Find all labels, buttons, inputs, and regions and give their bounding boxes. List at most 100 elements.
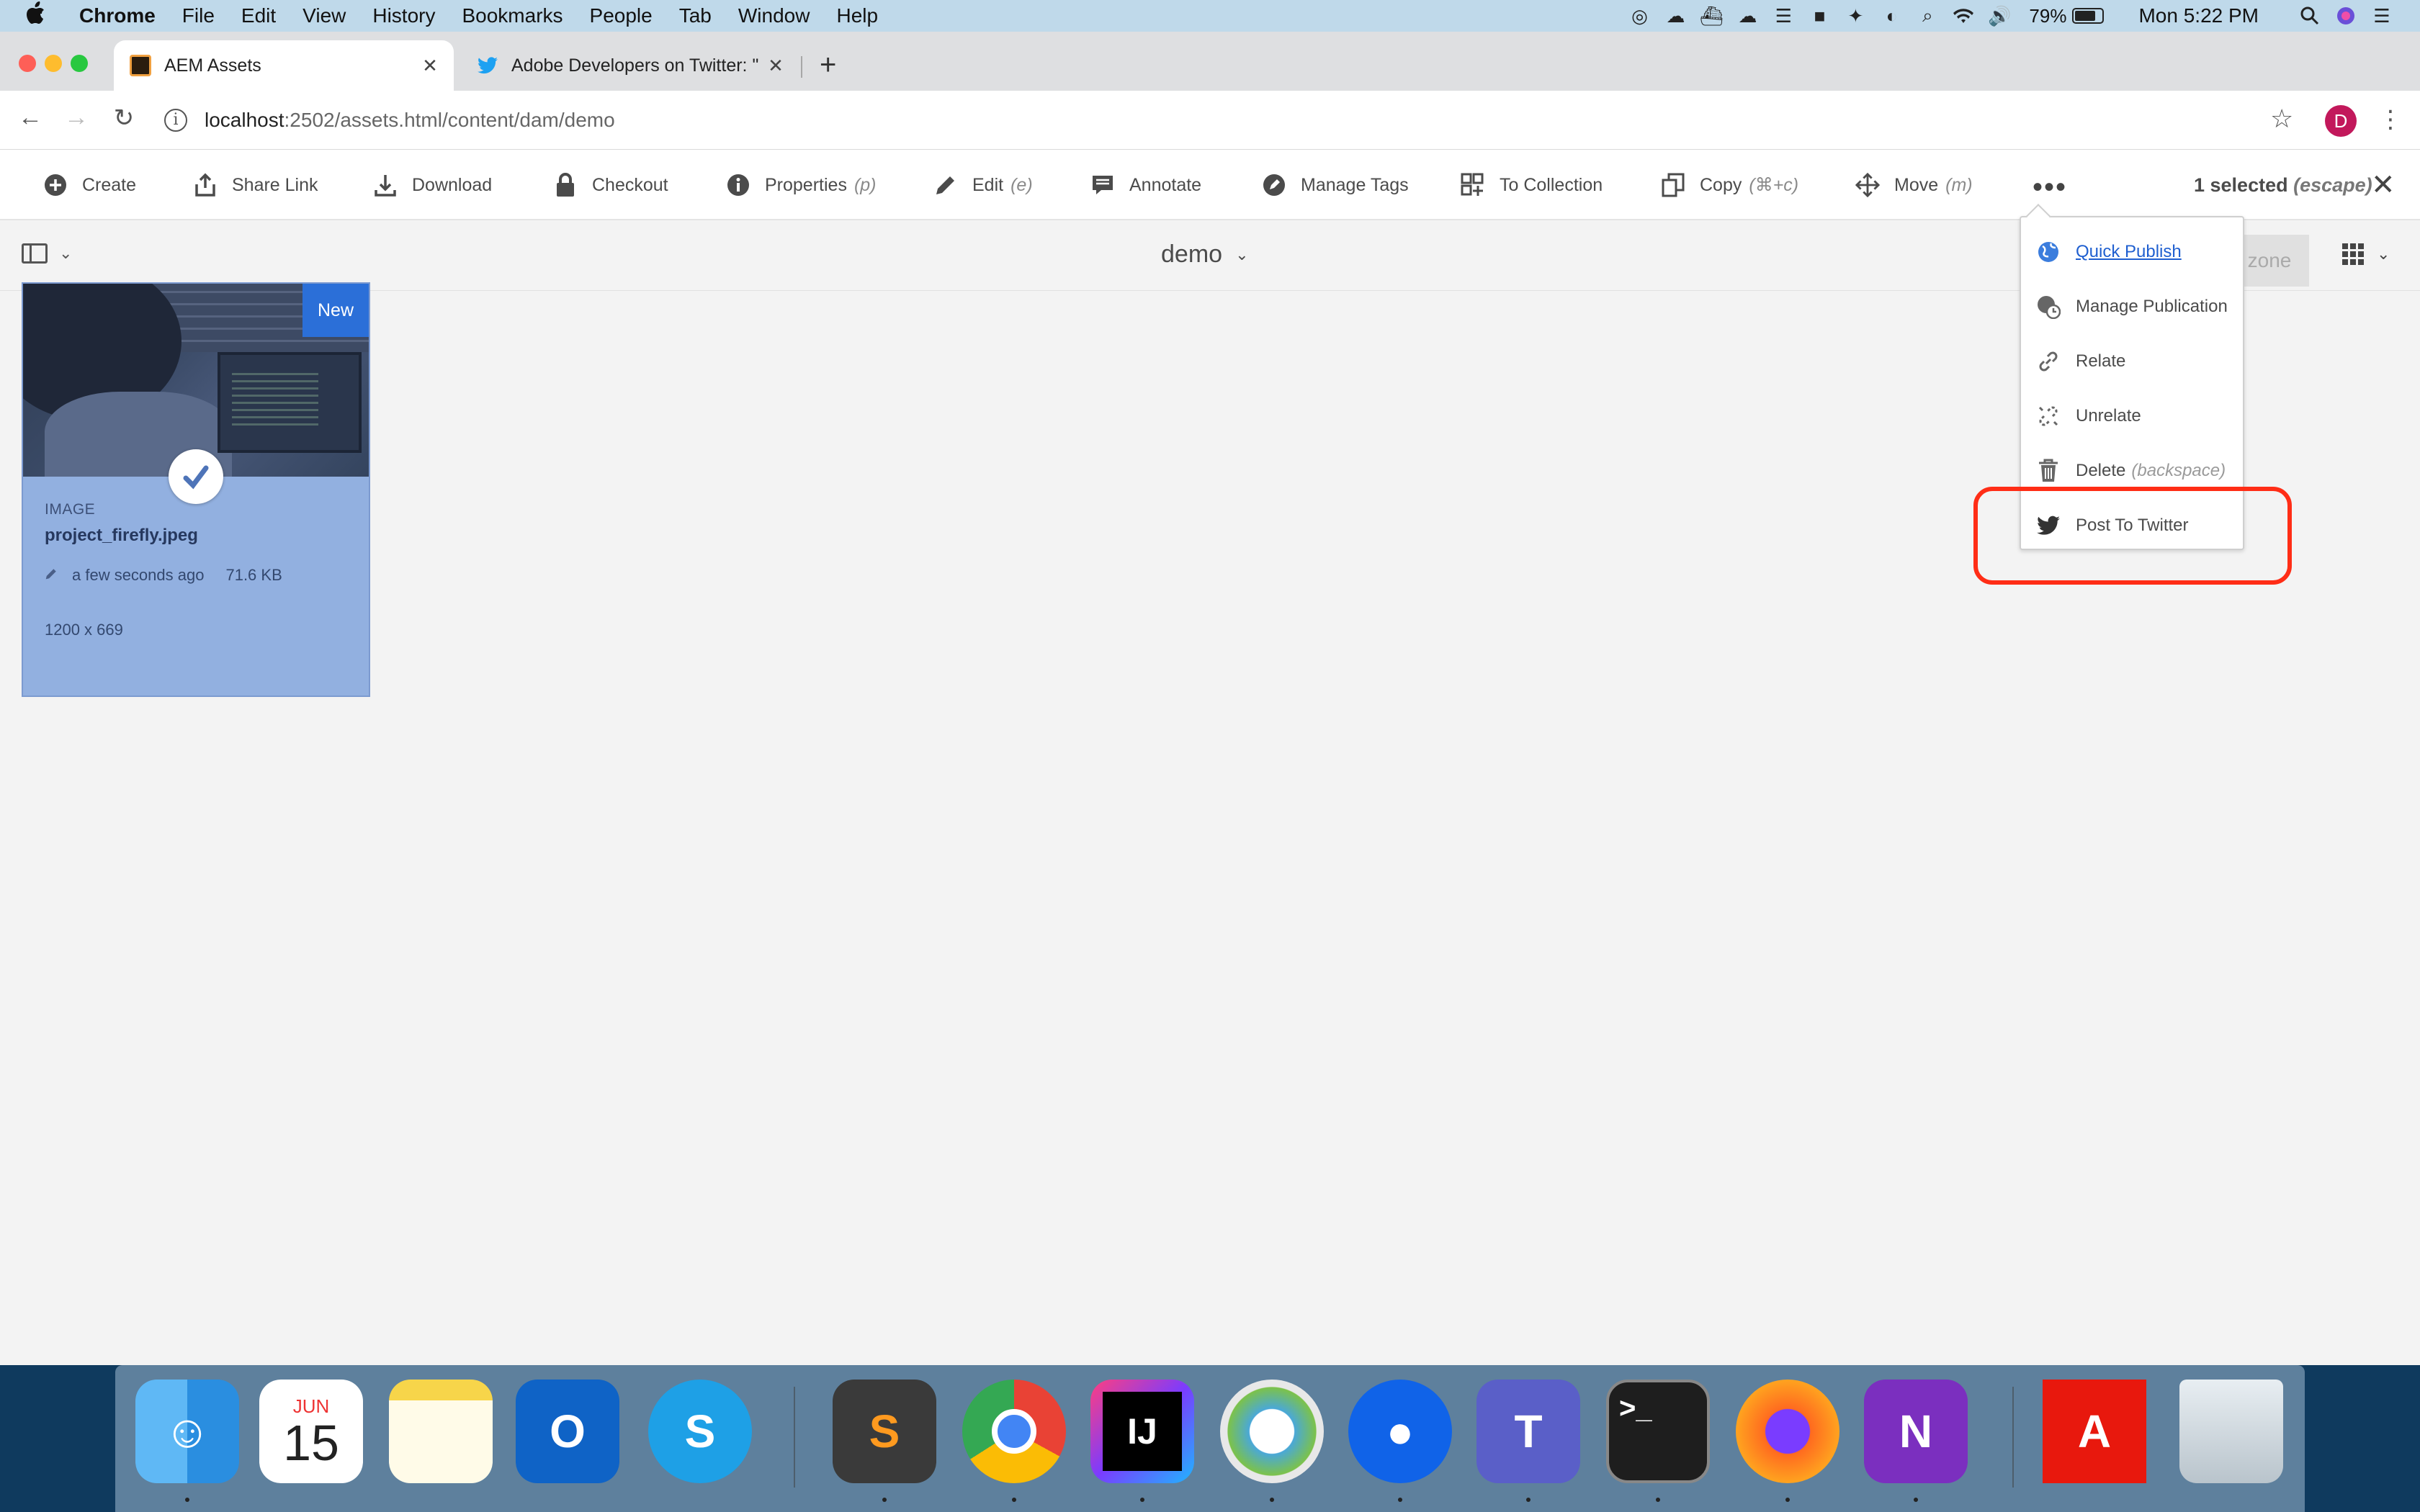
skype-icon[interactable]: S <box>648 1380 752 1483</box>
battery-icon[interactable] <box>2072 8 2105 24</box>
notes-icon[interactable] <box>389 1380 493 1483</box>
annotate-button[interactable]: Annotate <box>1090 150 1201 220</box>
menu-tab[interactable]: Tab <box>679 4 712 27</box>
chrome-menu-icon[interactable]: ⋮ <box>2378 105 2403 134</box>
unrelate-item[interactable]: Unrelate <box>2021 389 2243 444</box>
gear-status-icon[interactable]: ✦ <box>1843 5 1868 27</box>
close-window-button[interactable] <box>19 55 36 72</box>
terminal-icon[interactable]: >_ <box>1606 1380 1710 1483</box>
annotate-label: Annotate <box>1129 174 1202 195</box>
asset-size: 71.6 KB <box>225 566 282 584</box>
chrome-icon[interactable] <box>962 1380 1066 1483</box>
menu-people[interactable]: People <box>590 4 653 27</box>
menu-window[interactable]: Window <box>738 4 810 27</box>
menubar-clock[interactable]: Mon 5:22 PM <box>2138 4 2259 27</box>
firefox-icon[interactable] <box>1736 1380 1839 1483</box>
intellij-icon[interactable]: IJ <box>1090 1380 1194 1483</box>
search-status-icon[interactable]: ⌕ <box>1915 4 1940 27</box>
forward-button[interactable]: → <box>62 104 91 132</box>
onenote-icon[interactable]: N <box>1864 1380 1968 1483</box>
new-tab-button[interactable]: + <box>820 50 836 79</box>
menu-view[interactable]: View <box>302 4 346 27</box>
proxyman-icon[interactable]: ● <box>1348 1380 1452 1483</box>
menu-chrome[interactable]: Chrome <box>79 4 156 27</box>
back-button[interactable]: ← <box>16 104 45 132</box>
adobe-icon[interactable]: A <box>2043 1380 2146 1483</box>
trash-icon[interactable] <box>2179 1380 2283 1483</box>
zoom-window-button[interactable] <box>71 55 88 72</box>
menu-file[interactable]: File <box>182 4 215 27</box>
anyconnect-icon[interactable] <box>1220 1380 1324 1483</box>
menu-help[interactable]: Help <box>836 4 878 27</box>
asset-name: project_firefly.jpeg <box>45 526 198 545</box>
menu-history[interactable]: History <box>372 4 435 27</box>
move-button[interactable]: Move (m) <box>1855 150 1973 220</box>
browser-toolbar: ← → ↻ i localhost:2502/assets.html/conte… <box>0 91 2420 150</box>
tab-aem-assets[interactable]: AEM Assets ✕ <box>114 40 454 91</box>
address-bar[interactable]: i localhost:2502/assets.html/content/dam… <box>164 104 615 137</box>
dropzone-label: zone <box>2247 249 2292 271</box>
reload-button[interactable]: ↻ <box>109 104 138 132</box>
checkout-label: Checkout <box>592 174 668 195</box>
bookmark-star-icon[interactable]: ☆ <box>2270 104 2293 134</box>
close-tab-icon[interactable]: ✕ <box>765 55 786 77</box>
asset-card[interactable]: New IMAGE project_firefly.jpeg a few sec… <box>22 282 370 697</box>
comment-icon <box>1090 173 1115 197</box>
status-app-icon[interactable]: ◎ <box>1627 5 1652 27</box>
url-path: :2502/assets.html/content/dam/demo <box>284 109 615 131</box>
asset-info-row: a few seconds ago 71.6 KB <box>45 566 282 585</box>
share-link-button[interactable]: Share Link <box>193 150 318 220</box>
finder-icon[interactable]: ☺ <box>135 1380 239 1483</box>
folder-breadcrumb[interactable]: demo ⌄ <box>1161 240 1249 269</box>
outlook-icon[interactable]: O <box>516 1380 619 1483</box>
menu-bookmarks[interactable]: Bookmarks <box>462 4 563 27</box>
plus-circle-icon <box>43 173 68 197</box>
teams-icon[interactable]: T <box>1476 1380 1580 1483</box>
site-info-icon[interactable]: i <box>164 109 187 132</box>
checkout-button[interactable]: Checkout <box>553 150 668 220</box>
folder-title: demo <box>1161 240 1223 268</box>
menu-edit[interactable]: Edit <box>241 4 276 27</box>
properties-button[interactable]: Properties (p) <box>726 150 877 220</box>
docker-icon[interactable]: ⛴ <box>1699 5 1724 27</box>
manage-tags-label: Manage Tags <box>1301 174 1409 195</box>
asset-dimensions: 1200 x 669 <box>45 621 123 639</box>
half-moon-icon[interactable]: ◐ <box>1879 5 1904 27</box>
siri-icon[interactable] <box>2334 5 2358 27</box>
notification-center-icon[interactable]: ☰ <box>2370 5 2394 27</box>
selected-checkmark-icon[interactable] <box>169 449 223 504</box>
copy-button[interactable]: Copy (⌘+c) <box>1661 150 1798 220</box>
twitter-icon <box>477 55 498 76</box>
spotlight-icon[interactable] <box>2298 5 2322 27</box>
volume-icon[interactable]: 🔊 <box>1987 5 2012 27</box>
tab-twitter[interactable]: Adobe Developers on Twitter: " ✕ <box>461 40 799 91</box>
sublime-icon[interactable]: S <box>833 1380 936 1483</box>
apple-menu-icon[interactable] <box>26 1 55 30</box>
close-tab-icon[interactable]: ✕ <box>419 55 441 77</box>
video-icon[interactable]: ■ <box>1807 5 1832 27</box>
stack-icon[interactable]: ☰ <box>1771 5 1796 27</box>
view-switcher[interactable]: ⌄ <box>2342 243 2390 265</box>
wifi-icon[interactable] <box>1951 5 1976 27</box>
modified-pencil-icon <box>45 566 60 585</box>
download-button[interactable]: Download <box>373 150 492 220</box>
create-button[interactable]: Create <box>43 150 136 220</box>
calendar-icon[interactable]: JUN 15 <box>259 1380 363 1483</box>
rail-toggle-button[interactable]: ⌄ <box>22 243 72 264</box>
move-icon <box>1855 172 1880 198</box>
to-collection-button[interactable]: To Collection <box>1461 150 1603 220</box>
close-selection-icon[interactable]: ✕ <box>2371 168 2396 202</box>
minimize-window-button[interactable] <box>45 55 62 72</box>
edit-button[interactable]: Edit (e) <box>933 150 1033 220</box>
relate-item[interactable]: Relate <box>2021 334 2243 389</box>
manage-tags-button[interactable]: Manage Tags <box>1262 150 1409 220</box>
copy-label: Copy <box>1700 174 1742 195</box>
creative-cloud-icon[interactable]: ☁ <box>1663 5 1688 27</box>
manage-publication-item[interactable]: Manage Publication <box>2021 279 2243 334</box>
asset-thumbnail: New <box>23 284 369 477</box>
cloud-sync-icon[interactable]: ☁ <box>1735 5 1760 27</box>
more-actions-button[interactable]: ••• <box>2033 171 2067 204</box>
profile-avatar[interactable]: D <box>2325 105 2357 137</box>
collection-add-icon <box>1461 173 1485 197</box>
quick-publish-item[interactable]: Quick Publish <box>2021 225 2243 279</box>
